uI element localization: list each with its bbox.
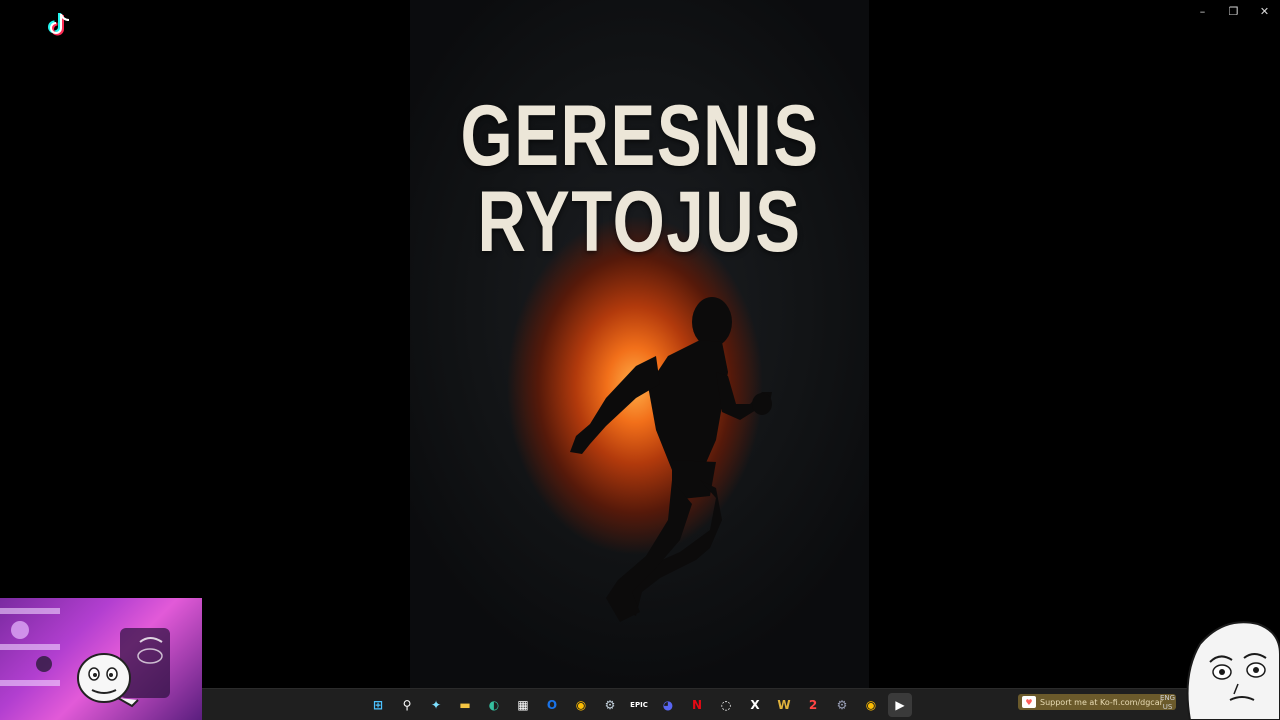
language-indicator[interactable]: ENG US	[1160, 694, 1175, 712]
store-icon[interactable]: ▦	[511, 693, 535, 717]
kofi-banner[interactable]: ♥ Support me at Ko-fi.com/dgcar	[1018, 694, 1176, 710]
edge-icon[interactable]: ◐	[482, 693, 506, 717]
minimize-button[interactable]: –	[1187, 0, 1218, 22]
start-icon[interactable]: ⊞	[366, 693, 390, 717]
copilot-icon[interactable]: ✦	[424, 693, 448, 717]
world-of-warcraft-icon[interactable]: W	[772, 693, 796, 717]
media-player-icon[interactable]: ▶	[888, 693, 912, 717]
tiktok-icon[interactable]	[44, 10, 78, 40]
settings-app-icon[interactable]: ⚙	[830, 693, 854, 717]
search-icon[interactable]: ⚲	[395, 693, 419, 717]
running-man-silhouette	[570, 297, 772, 622]
lang-top: ENG	[1160, 694, 1176, 702]
lang-bottom: US	[1162, 703, 1173, 711]
webcam-overlay	[0, 598, 202, 720]
epic-games-icon[interactable]: EPIC	[627, 693, 651, 717]
meme-face-icon	[77, 653, 139, 708]
restore-button[interactable]: ❐	[1218, 0, 1249, 22]
steam-icon[interactable]: ⚙	[598, 693, 622, 717]
outlook-icon[interactable]: O	[540, 693, 564, 717]
obs-icon[interactable]: ◌	[714, 693, 738, 717]
poster-image: GERESNIS RYTOJUS	[410, 0, 869, 688]
capcut-icon[interactable]: X	[743, 693, 767, 717]
taskbar-icons: ⊞ ⚲ ✦ ▬ ◐ ▦ O ◉ ⚙ EPIC ◕ N ◌ X W 2 ⚙ ◉ ▶	[366, 693, 912, 717]
close-button[interactable]: ✕	[1249, 0, 1280, 22]
chrome-profile-icon[interactable]: ◉	[859, 693, 883, 717]
discord-icon[interactable]: ◕	[656, 693, 680, 717]
app-2-icon[interactable]: 2	[801, 693, 825, 717]
kofi-cup-icon: ♥	[1022, 696, 1036, 708]
me-gusta-face-icon	[1186, 621, 1280, 720]
chrome-icon[interactable]: ◉	[569, 693, 593, 717]
screen: – ❐ ✕ GERESNIS RYTOJUS ⊞ ⚲ ✦ ▬ ◐ ▦ O ◉ ⚙…	[0, 0, 1280, 720]
file-explorer-icon[interactable]: ▬	[453, 693, 477, 717]
kofi-text: Support me at Ko-fi.com/dgcar	[1040, 697, 1163, 707]
window-controls: – ❐ ✕	[1187, 0, 1280, 22]
netflix-icon[interactable]: N	[685, 693, 709, 717]
